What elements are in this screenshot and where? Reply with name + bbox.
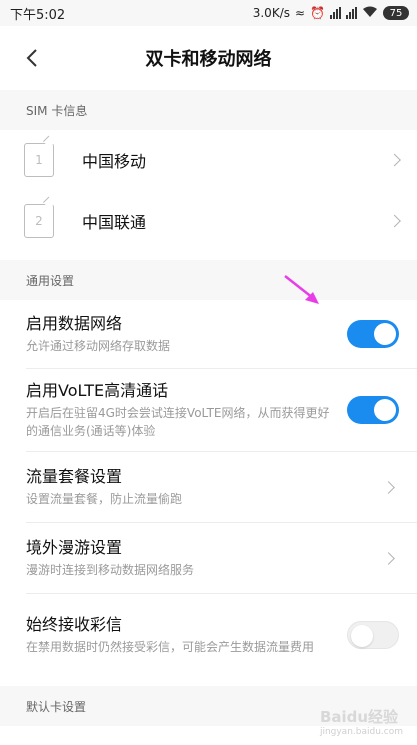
annotation-arrow-icon [284, 275, 319, 304]
vibrate-icon: ≈ [294, 6, 306, 20]
chevron-right-icon [382, 551, 395, 565]
setting-title: 境外漫游设置 [26, 538, 123, 557]
setting-title: 启用VoLTE高清通话 [26, 381, 169, 400]
back-button[interactable] [18, 44, 46, 72]
page-title: 双卡和移动网络 [145, 49, 272, 70]
setting-title: 启用数据网络 [26, 314, 123, 333]
mms-toggle[interactable] [347, 621, 399, 649]
setting-subtitle: 允许通过移动网络存取数据 [26, 339, 171, 353]
hd-signal-icon [330, 7, 341, 19]
chevron-right-icon [388, 214, 401, 228]
setting-subtitle: 在禁用数据时仍然接受彩信，可能会产生数据流量费用 [26, 640, 315, 654]
alarm-icon: ⏰ [310, 6, 325, 20]
sim-card-2-name: 中国联通 [82, 213, 147, 232]
setting-subtitle: 漫游时连接到移动数据网络服务 [26, 563, 195, 577]
chevron-right-icon [382, 480, 395, 494]
sim-card-1-icon: 1 [24, 143, 54, 177]
nav-bar: 双卡和移动网络 [0, 26, 417, 90]
sim-card-1-row[interactable]: 1 中国移动 [0, 130, 417, 190]
setting-title: 始终接收彩信 [26, 615, 123, 634]
status-bar: 下午5:02 3.0K/s ≈ ⏰ 75 [0, 0, 417, 26]
setting-title: 流量套餐设置 [26, 467, 123, 486]
watermark: Baidu经验 jingyan.baidu.com [319, 708, 403, 737]
data-plan-row[interactable]: 流量套餐设置 设置流量套餐，防止流量偷跑 [0, 452, 417, 522]
chevron-right-icon [388, 153, 401, 167]
battery-icon: 75 [383, 6, 409, 20]
sim-card-2-row[interactable]: 2 中国联通 [0, 190, 417, 252]
sim-section-header: SIM 卡信息 [0, 90, 417, 130]
sim-card-2-icon: 2 [24, 204, 54, 238]
data-network-toggle[interactable] [347, 320, 399, 348]
setting-subtitle: 设置流量套餐，防止流量偷跑 [26, 492, 183, 506]
volte-toggle[interactable] [347, 396, 399, 424]
mms-row[interactable]: 始终接收彩信 在禁用数据时仍然接受彩信，可能会产生数据流量费用 [0, 594, 417, 676]
volte-row[interactable]: 启用VoLTE高清通话 开启后在驻留4G时会尝试连接VoLTE网络，从而获得更好… [0, 369, 417, 451]
roaming-row[interactable]: 境外漫游设置 漫游时连接到移动数据网络服务 [0, 523, 417, 593]
status-time: 下午5:02 [10, 7, 66, 23]
general-section-header: 通用设置 [0, 260, 417, 300]
data-network-row[interactable]: 启用数据网络 允许通过移动网络存取数据 [0, 300, 417, 368]
status-icons: 3.0K/s ≈ ⏰ 75 [253, 6, 409, 21]
setting-subtitle: 开启后在驻留4G时会尝试连接VoLTE网络，从而获得更好的通信业务(通话等)体验 [26, 406, 330, 438]
signal-icon [346, 7, 357, 19]
sim-card-1-name: 中国移动 [82, 152, 147, 171]
wifi-icon [362, 6, 378, 21]
network-speed: 3.0K/s [252, 6, 290, 20]
back-arrow-icon [26, 49, 37, 67]
